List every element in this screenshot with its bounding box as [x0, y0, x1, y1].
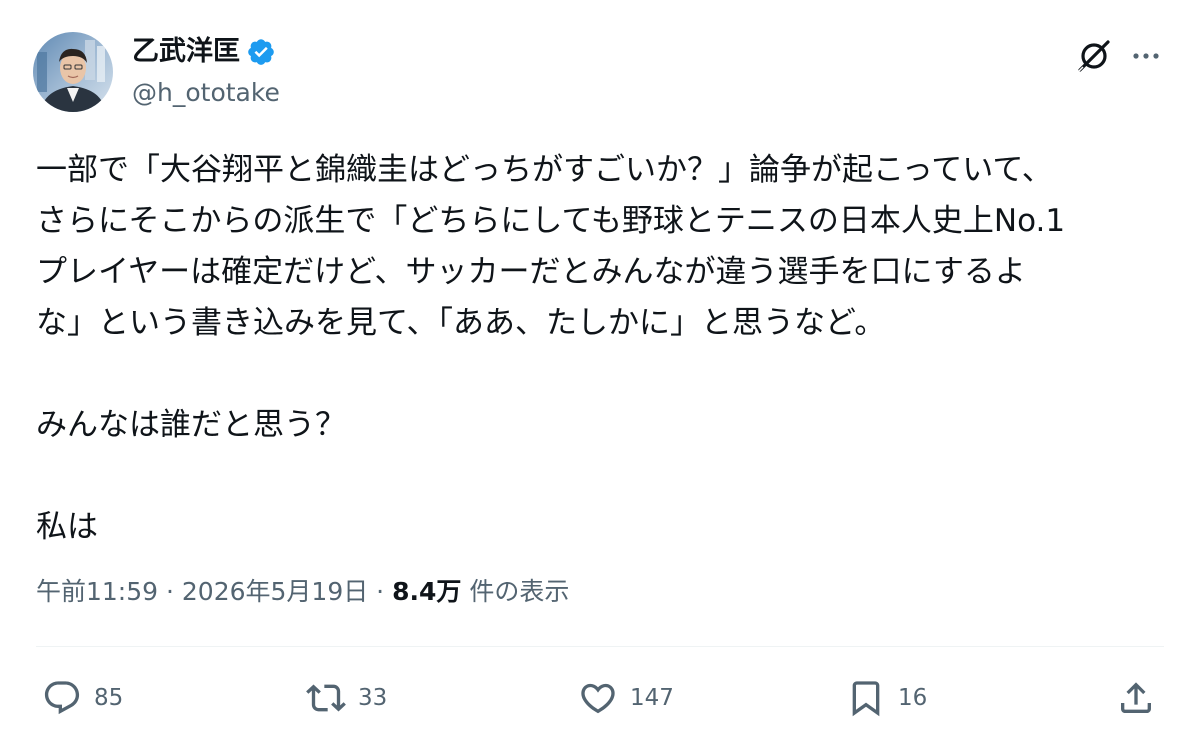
tweet-text-line: プレイヤーは確定だけど、サッカーだとみんなが違う選手を口にするよ — [36, 254, 1026, 290]
tweet-text: 一部で「大谷翔平と錦織圭はどっちがすごいか？」論争が起こっていて、 さらにそこか… — [36, 145, 1156, 553]
avatar[interactable] — [33, 32, 113, 112]
meta-separator: · — [368, 577, 393, 606]
share-icon — [1116, 678, 1156, 718]
divider — [36, 646, 1164, 647]
more-icon[interactable] — [1128, 38, 1164, 74]
grok-icon[interactable] — [1074, 36, 1114, 76]
tweet-text-line: 私は — [36, 509, 98, 545]
meta-separator: · — [158, 577, 182, 606]
repost-count: 33 — [358, 685, 388, 711]
like-icon — [578, 678, 618, 718]
verified-badge-icon[interactable] — [246, 37, 276, 67]
like-count: 147 — [630, 685, 674, 711]
tweet-text-line: な」という書き込みを見て、「ああ、たしかに」と思うなど。 — [36, 305, 886, 341]
display-name[interactable]: 乙武洋匡 — [132, 34, 240, 70]
avatar-image — [33, 32, 113, 112]
views-count[interactable]: 8.4万 — [392, 577, 461, 606]
tweet-card: 乙武洋匡 @h_ototake 一部で「大谷翔平と錦織圭はどっちがすごいか？」論… — [0, 0, 1183, 730]
views-label: 件の表示 — [461, 577, 570, 606]
tweet-date[interactable]: 2026年5月19日 — [182, 577, 368, 606]
bookmark-icon — [846, 678, 886, 718]
reply-icon — [42, 678, 82, 718]
tweet-text-line: さらにそこからの派生で「どちらにしても野球とテニスの日本人史上No.1 — [36, 203, 1066, 239]
reply-button[interactable]: 85 — [42, 676, 123, 720]
tweet-text-line: みんなは誰だと思う？ — [36, 407, 346, 443]
share-button[interactable] — [1116, 676, 1156, 720]
like-button[interactable]: 147 — [578, 676, 674, 720]
display-name-row[interactable]: 乙武洋匡 — [132, 34, 276, 70]
user-handle[interactable]: @h_ototake — [132, 76, 280, 110]
repost-icon — [306, 678, 346, 718]
reply-count: 85 — [94, 685, 124, 711]
tweet-text-line: 一部で「大谷翔平と錦織圭はどっちがすごいか？」論争が起こっていて、 — [36, 152, 1053, 188]
tweet-meta: 午前11:59 · 2026年5月19日 · 8.4万 件の表示 — [36, 572, 569, 612]
repost-button[interactable]: 33 — [306, 676, 387, 720]
bookmark-button[interactable]: 16 — [846, 676, 927, 720]
bookmark-count: 16 — [898, 685, 928, 711]
tweet-time[interactable]: 午前11:59 — [36, 577, 158, 606]
